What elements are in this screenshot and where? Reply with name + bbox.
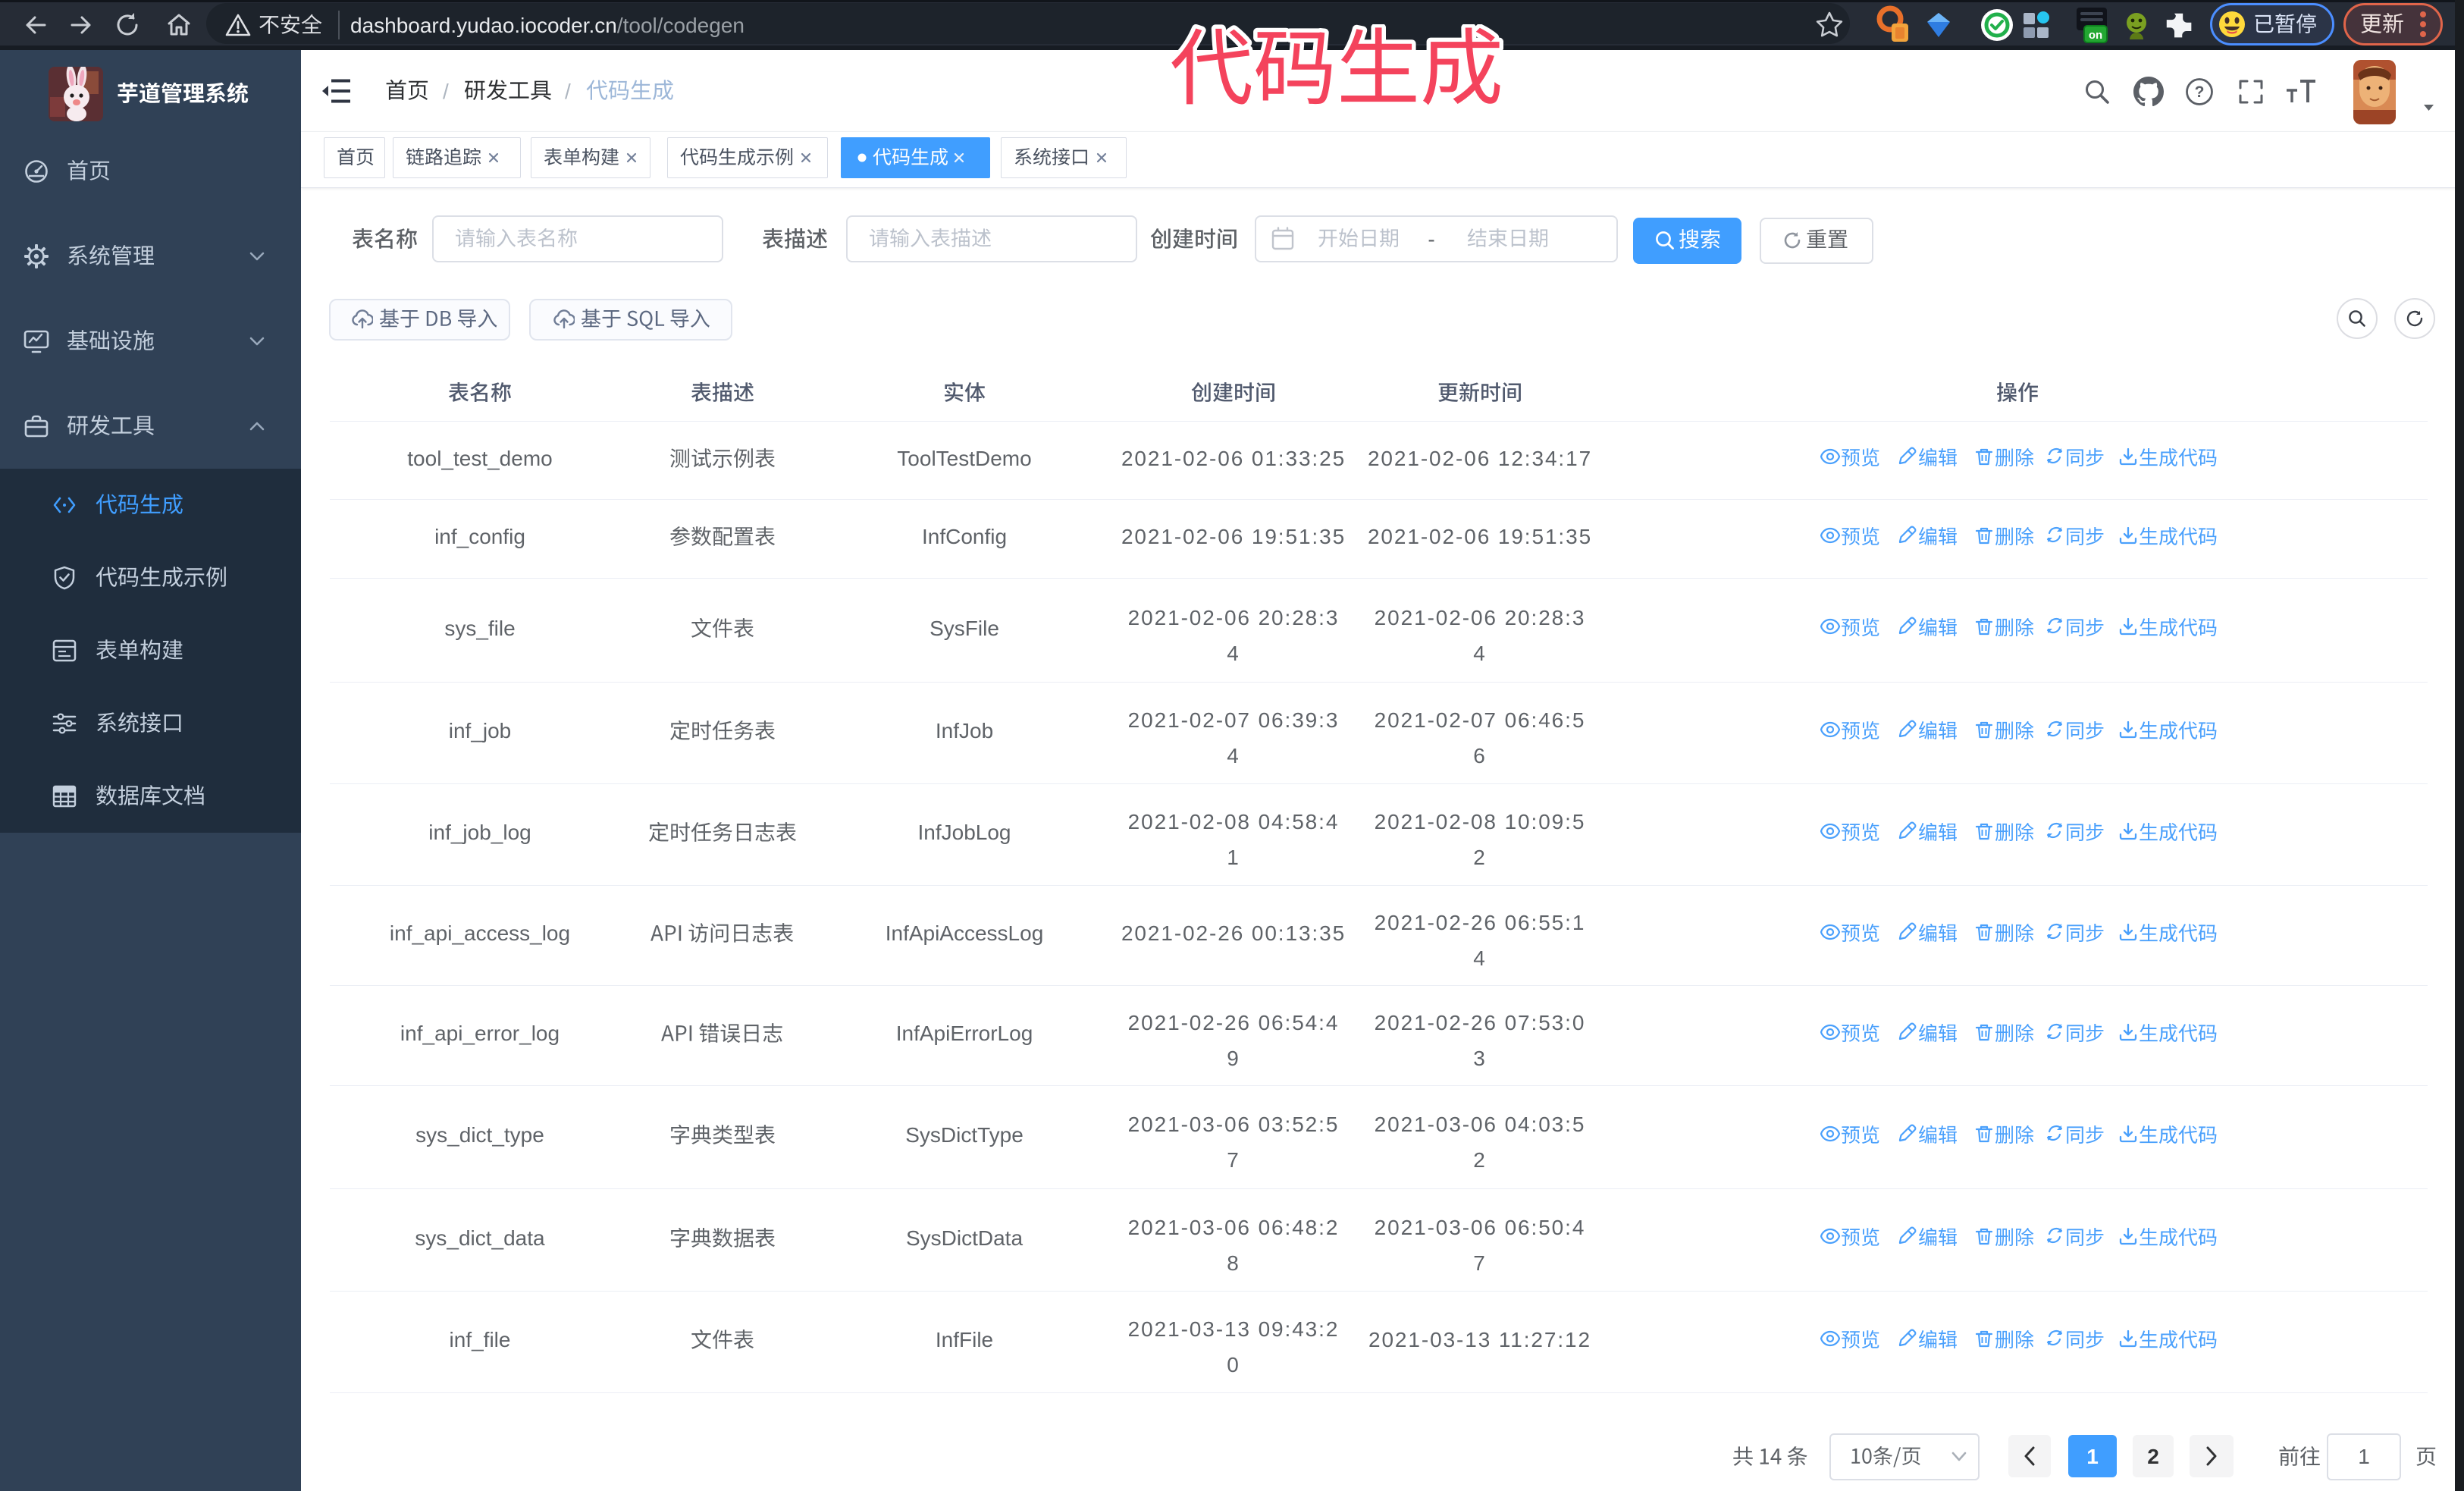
svg-text:on: on [2089, 29, 2102, 42]
svg-text:?: ? [2195, 83, 2205, 101]
